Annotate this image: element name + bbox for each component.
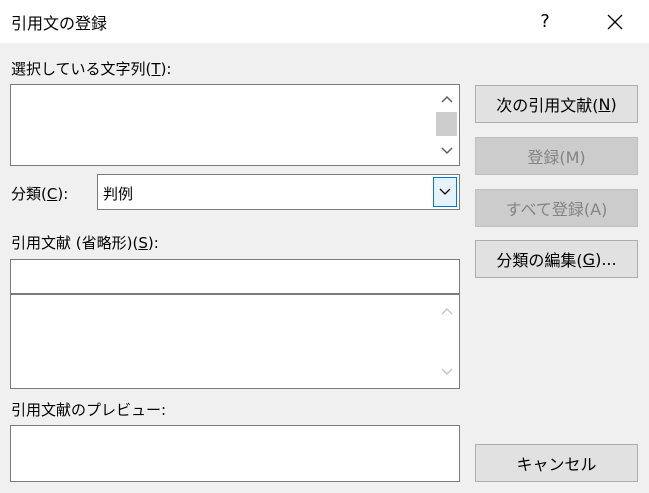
access-key-g: G [582, 249, 596, 269]
scroll-down-button [434, 362, 459, 382]
preview-box [10, 425, 460, 482]
dropdown-button[interactable] [433, 177, 457, 207]
scroll-down-button[interactable] [434, 141, 459, 161]
category-label: 分類(C): [11, 185, 69, 203]
access-key-t: T [151, 60, 161, 78]
edit-category-button[interactable]: 分類の編集(G)... [475, 240, 638, 278]
cancel-button[interactable]: キャンセル [475, 444, 638, 482]
category-value: 判例 [103, 185, 134, 203]
access-key-s: S [138, 234, 148, 252]
close-button[interactable] [588, 0, 642, 43]
help-button[interactable]: ? [520, 0, 570, 43]
selected-text-area[interactable] [10, 84, 460, 166]
preview-label: 引用文献のプレビュー: [11, 401, 167, 419]
short-citation-list[interactable] [10, 294, 460, 389]
access-key-n: N [598, 94, 611, 114]
selected-text-scrollbar[interactable] [434, 85, 459, 165]
short-citation-input[interactable] [10, 259, 460, 294]
short-citation-label: 引用文献 (省略形)(S): [11, 234, 159, 252]
selected-text-label: 選択している文字列(T): [11, 60, 172, 78]
chevron-down-icon [440, 368, 453, 376]
chevron-up-icon [440, 307, 453, 315]
category-dropdown[interactable]: 判例 [97, 174, 460, 210]
access-key-c: C [46, 185, 58, 203]
window-title: 引用文の登録 [11, 14, 108, 33]
register-button[interactable]: 登録(M) [475, 137, 638, 175]
short-citation-scrollbar[interactable] [434, 295, 459, 388]
scroll-up-button [434, 301, 459, 321]
next-citation-button[interactable]: 次の引用文献(N) [475, 85, 638, 123]
chevron-down-icon [439, 188, 451, 195]
register-all-button[interactable]: すべて登録(A) [475, 189, 638, 227]
title-bar: 引用文の登録 ? [0, 0, 649, 43]
scroll-thumb[interactable] [436, 112, 457, 136]
close-icon [607, 14, 623, 29]
chevron-up-icon [440, 95, 453, 103]
scroll-up-button[interactable] [434, 89, 459, 109]
chevron-down-icon [440, 147, 453, 155]
